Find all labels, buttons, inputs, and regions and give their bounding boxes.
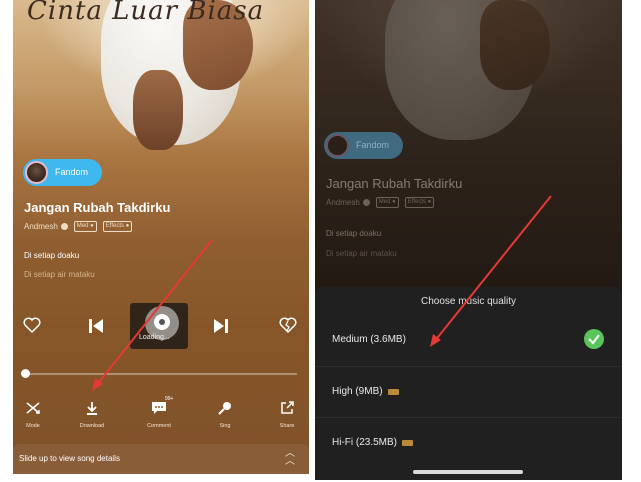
- lyric-next: Di setiap air mataku: [24, 270, 95, 279]
- chevron-up-icon: ︿ ︿: [285, 448, 295, 467]
- progress-knob[interactable]: [21, 369, 30, 378]
- skip-previous-icon: [89, 319, 103, 333]
- follow-icon: [362, 199, 370, 206]
- mode-label: Mode: [26, 423, 40, 429]
- previous-button[interactable]: [88, 318, 104, 339]
- song-title-dimmed: Jangan Rubah Takdirku: [326, 176, 463, 191]
- dislike-button[interactable]: [279, 317, 297, 338]
- album-art: Cinta Luar Biasa: [13, 0, 309, 150]
- comment-label: Comment: [147, 423, 171, 429]
- comment-button[interactable]: 99+ Comment: [139, 396, 179, 429]
- artist-name[interactable]: Andmesh: [24, 222, 58, 231]
- effects-chip[interactable]: Effects ●: [102, 221, 133, 232]
- slide-hint: Slide up to view song details: [19, 454, 120, 463]
- sheet-title: Choose music quality: [420, 296, 517, 307]
- progress-track[interactable]: [25, 373, 297, 375]
- share-label: Share: [279, 423, 295, 429]
- lyric-current: Di setiap doaku: [326, 229, 382, 238]
- like-button[interactable]: [23, 317, 41, 338]
- player-screen-left: Cinta Luar Biasa Fandom Jangan Rubah Tak…: [13, 0, 309, 474]
- fandom-button[interactable]: Fandom: [23, 159, 103, 186]
- share-icon: [281, 401, 294, 414]
- share-button[interactable]: Share: [267, 400, 307, 429]
- artist-row-dimmed: Andmesh Med ● Effects ●: [326, 197, 435, 208]
- fandom-avatar: [326, 134, 349, 157]
- fandom-avatar: [25, 161, 48, 184]
- shuffle-icon: [26, 402, 40, 414]
- screenshot-stage: Cinta Luar Biasa Fandom Jangan Rubah Tak…: [0, 0, 641, 482]
- download-button[interactable]: Download: [72, 400, 112, 429]
- follow-icon[interactable]: [60, 223, 68, 230]
- next-button[interactable]: [213, 318, 229, 339]
- disc-icon: [153, 313, 171, 336]
- broken-heart-icon: [279, 317, 297, 334]
- download-label: Download: [79, 423, 105, 429]
- sing-button[interactable]: Sing: [205, 400, 245, 429]
- lyric-current: Di setiap doaku: [24, 251, 80, 260]
- album-art-dimmed: [315, 0, 622, 150]
- effects-chip: Effects ●: [404, 197, 435, 208]
- artist-name: Andmesh: [326, 198, 360, 207]
- option-label: Hi-Fi (23.5MB): [332, 437, 398, 448]
- song-title: Jangan Rubah Takdirku: [24, 200, 171, 215]
- comment-count-badge: 99+: [165, 396, 174, 402]
- quality-option-medium[interactable]: Medium (3.6MB): [315, 315, 622, 366]
- skip-next-icon: [214, 319, 228, 333]
- heart-icon: [23, 317, 41, 334]
- quality-chip: Med ●: [375, 197, 399, 208]
- fandom-button-dimmed: Fandom: [324, 132, 404, 159]
- option-label: High (9MB): [332, 386, 383, 397]
- checkmark-icon: [584, 329, 604, 349]
- fandom-label: Fandom: [356, 140, 390, 150]
- sing-label: Sing: [219, 423, 231, 429]
- player-screen-right: Fandom Jangan Rubah Takdirku Andmesh Med…: [315, 0, 622, 480]
- song-details-drawer[interactable]: Slide up to view song details ︿ ︿: [13, 444, 309, 474]
- fandom-label: Fandom: [55, 167, 89, 177]
- vip-badge-icon: [387, 388, 399, 395]
- option-label: Medium (3.6MB): [332, 334, 406, 345]
- loading-text: Loading...: [139, 334, 170, 341]
- download-icon: [87, 402, 97, 415]
- quality-option-hifi[interactable]: Hi-Fi (23.5MB): [315, 417, 622, 468]
- quality-option-high[interactable]: High (9MB): [315, 366, 622, 417]
- lyric-next: Di setiap air mataku: [326, 249, 397, 258]
- vip-badge-icon: [402, 439, 414, 446]
- mode-button[interactable]: Mode: [13, 400, 53, 429]
- microphone-icon: [218, 402, 231, 415]
- quality-chip[interactable]: Med ●: [73, 221, 97, 232]
- artist-row: Andmesh Med ● Effects ●: [24, 221, 133, 232]
- comment-icon: [152, 402, 166, 414]
- album-title: Cinta Luar Biasa: [27, 0, 265, 26]
- home-indicator: [413, 470, 523, 474]
- quality-bottom-sheet: Choose music quality Medium (3.6MB) High…: [315, 287, 622, 480]
